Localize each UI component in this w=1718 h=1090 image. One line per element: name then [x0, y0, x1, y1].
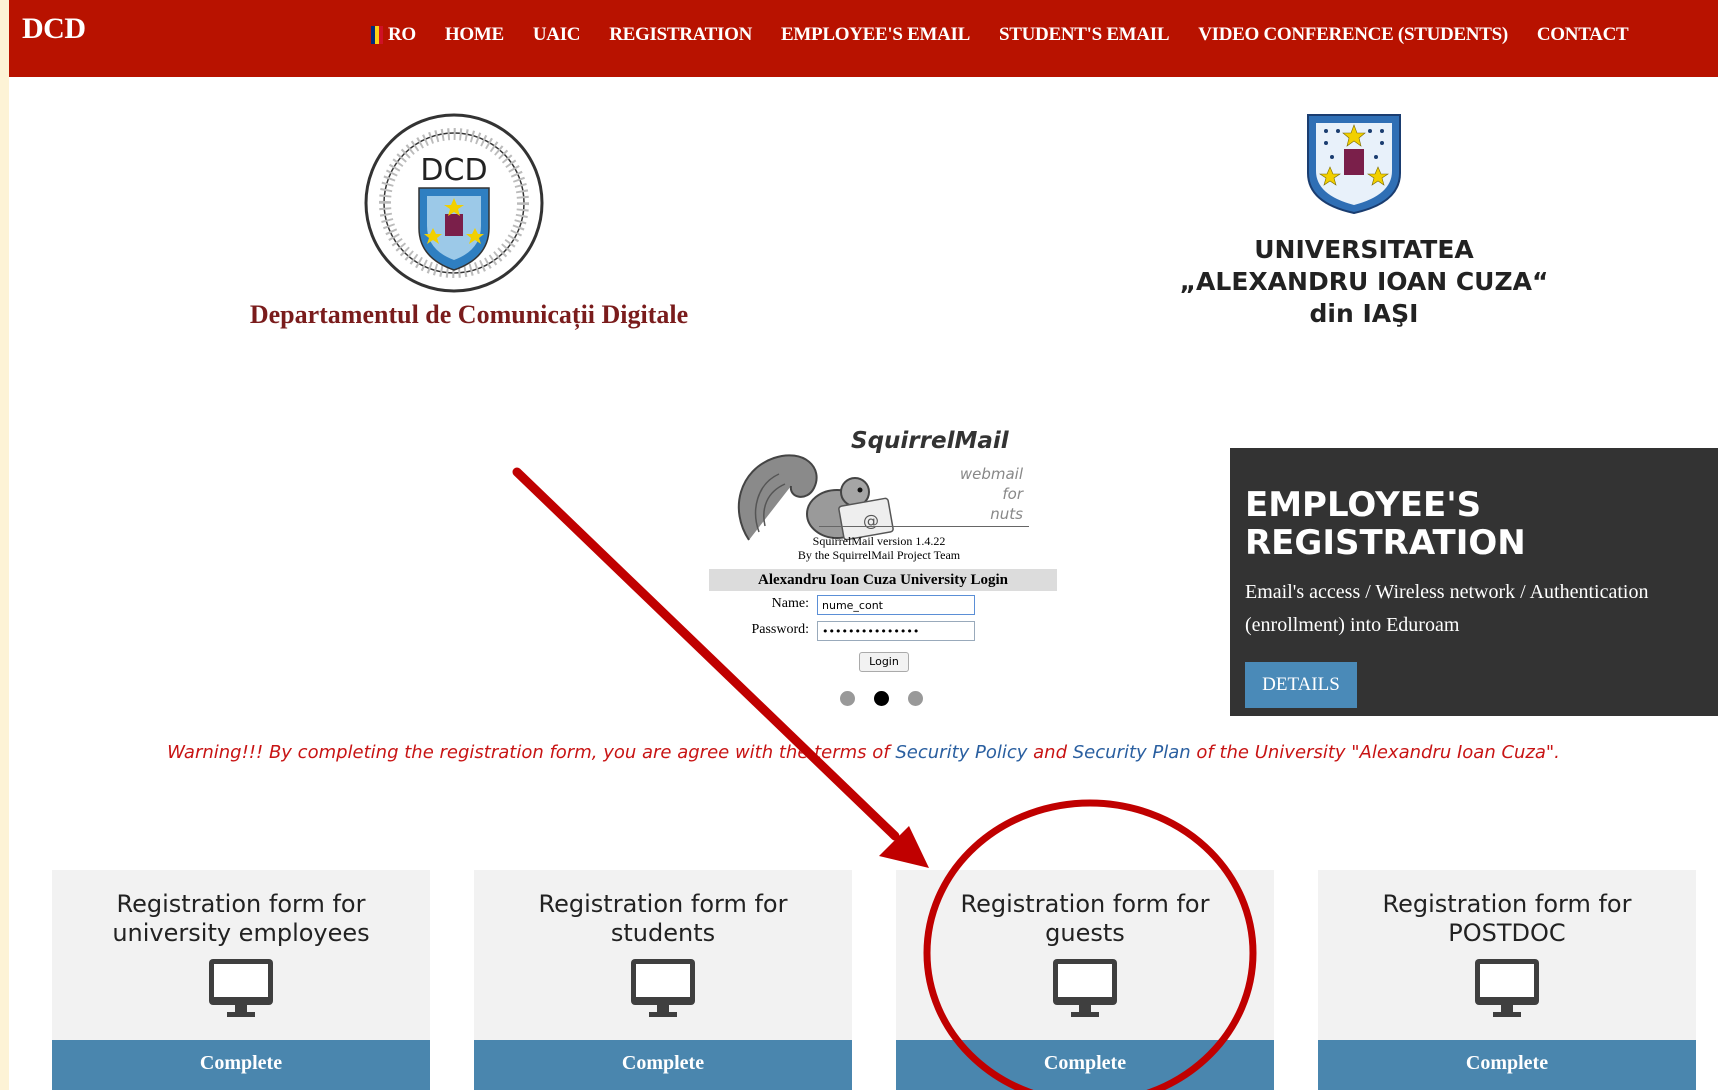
employee-registration-panel: EMPLOYEE'S REGISTRATION Email's access /… [1230, 448, 1718, 716]
card-title-line: Registration form for [1382, 890, 1632, 918]
security-plan-link[interactable]: Security Plan [1073, 742, 1191, 763]
uaic-university-name: UNIVERSITATEA „ALEXANDRU IOAN CUZA“ din … [1119, 234, 1609, 330]
slider-dot-2[interactable] [874, 691, 889, 706]
team-text: By the SquirrelMail Project Team [797, 548, 961, 562]
tagline-line: for [1002, 485, 1023, 503]
card-title: Registration form for POSTDOC [1318, 890, 1696, 948]
promo-title: EMPLOYEE'S REGISTRATION [1245, 486, 1715, 562]
promo-description: Email's access / Wireless network / Auth… [1245, 581, 1649, 636]
registration-card-students: Registration form for students Complete [474, 870, 852, 1090]
dcd-badge-text: DCD [420, 153, 487, 188]
uaic-name-line: din IAŞI [1309, 299, 1419, 328]
details-button[interactable]: DETAILS [1245, 662, 1357, 708]
card-title: Registration form for students [474, 890, 852, 948]
warning-text: and [1027, 742, 1073, 763]
security-policy-link[interactable]: Security Policy [895, 742, 1027, 763]
computer-monitor-icon [1053, 959, 1117, 1017]
divider [819, 526, 1029, 527]
squirrelmail-logo-text: SquirrelMail [851, 428, 1009, 454]
nav-item-video-conference[interactable]: VIDEO CONFERENCE (STUDENTS) [1198, 24, 1508, 46]
warning-text: of the University "Alexandru Ioan Cuza". [1190, 742, 1560, 763]
registration-card-employees: Registration form for university employe… [52, 870, 430, 1090]
dcd-seal-logo[interactable]: DCD [361, 110, 547, 296]
uaic-coat-of-arms-logo[interactable] [1306, 113, 1402, 215]
nav-item-label: RO [388, 24, 416, 45]
card-title: Registration form for guests [896, 890, 1274, 948]
page: DCD RO HOME UAIC REGISTRATION EMPLOYEE'S… [9, 0, 1718, 1090]
registration-card-guests: Registration form for guests Complete [896, 870, 1274, 1090]
tagline-line: webmail [959, 465, 1023, 483]
slider-dot-1[interactable] [840, 691, 855, 706]
login-box-title: Alexandru Ioan Cuza University Login [709, 569, 1057, 591]
promo-title-line: REGISTRATION [1245, 523, 1526, 563]
card-title-line: Registration form for [960, 890, 1210, 918]
squirrelmail-tagline: webmail for nuts [960, 464, 1023, 524]
computer-monitor-icon [1475, 959, 1539, 1017]
nav-item-students-email[interactable]: STUDENT'S EMAIL [999, 24, 1170, 46]
name-input[interactable]: nume_cont [817, 595, 975, 615]
slider-dot-3[interactable] [908, 691, 923, 706]
card-title: Registration form for university employe… [52, 890, 430, 948]
nav-item-registration[interactable]: REGISTRATION [609, 24, 752, 46]
complete-button-postdoc[interactable]: Complete [1318, 1040, 1696, 1090]
card-title-line: guests [1045, 919, 1125, 947]
card-title-line: university employees [112, 919, 370, 947]
squirrelmail-version-info: SquirrelMail version 1.4.22 By the Squir… [699, 534, 1059, 562]
dcd-department-name: Departamentul de Comunicații Digitale [249, 300, 689, 329]
computer-monitor-icon [209, 959, 273, 1017]
login-button[interactable]: Login [859, 652, 909, 672]
annotation-arrowhead-icon [879, 826, 929, 868]
warning-text: Warning!!! By completing the registratio… [167, 742, 896, 763]
complete-button-students[interactable]: Complete [474, 1040, 852, 1090]
uaic-name-line: UNIVERSITATEA [1254, 235, 1474, 264]
computer-monitor-icon [631, 959, 695, 1017]
nav-item-ro[interactable]: RO [371, 24, 416, 46]
card-title-line: students [610, 919, 716, 947]
tagline-line: nuts [990, 505, 1023, 523]
password-label: Password: [751, 622, 809, 637]
card-title-line: Registration form for [538, 890, 788, 918]
version-text: SquirrelMail version 1.4.22 [812, 534, 946, 548]
uaic-name-line: „ALEXANDRU IOAN CUZA“ [1179, 267, 1549, 296]
card-title-line: Registration form for [116, 890, 366, 918]
nav-item-uaic[interactable]: UAIC [533, 24, 581, 46]
security-warning: Warning!!! By completing the registratio… [9, 742, 1718, 763]
top-navigation-bar: DCD RO HOME UAIC REGISTRATION EMPLOYEE'S… [9, 0, 1718, 77]
site-brand[interactable]: DCD [22, 12, 86, 46]
nav-item-employees-email[interactable]: EMPLOYEE'S EMAIL [781, 24, 970, 46]
nav-item-home[interactable]: HOME [445, 24, 504, 46]
complete-button-guests[interactable]: Complete [896, 1040, 1274, 1090]
nav-item-contact[interactable]: CONTACT [1537, 24, 1629, 46]
slider-pagination [840, 691, 942, 706]
slider-squirrelmail-slide[interactable]: @ SquirrelMail webmail for nuts Squirrel… [699, 420, 1059, 720]
promo-title-line: EMPLOYEE'S [1245, 485, 1482, 525]
svg-text:@: @ [863, 511, 879, 530]
name-label: Name: [771, 596, 809, 611]
complete-button-employees[interactable]: Complete [52, 1040, 430, 1090]
romania-flag-icon [371, 26, 383, 44]
password-input[interactable]: ••••••••••••••• [817, 621, 975, 641]
registration-card-postdoc: Registration form for POSTDOC Complete [1318, 870, 1696, 1090]
main-nav: RO HOME UAIC REGISTRATION EMPLOYEE'S EMA… [371, 24, 1629, 46]
card-title-line: POSTDOC [1448, 919, 1566, 947]
